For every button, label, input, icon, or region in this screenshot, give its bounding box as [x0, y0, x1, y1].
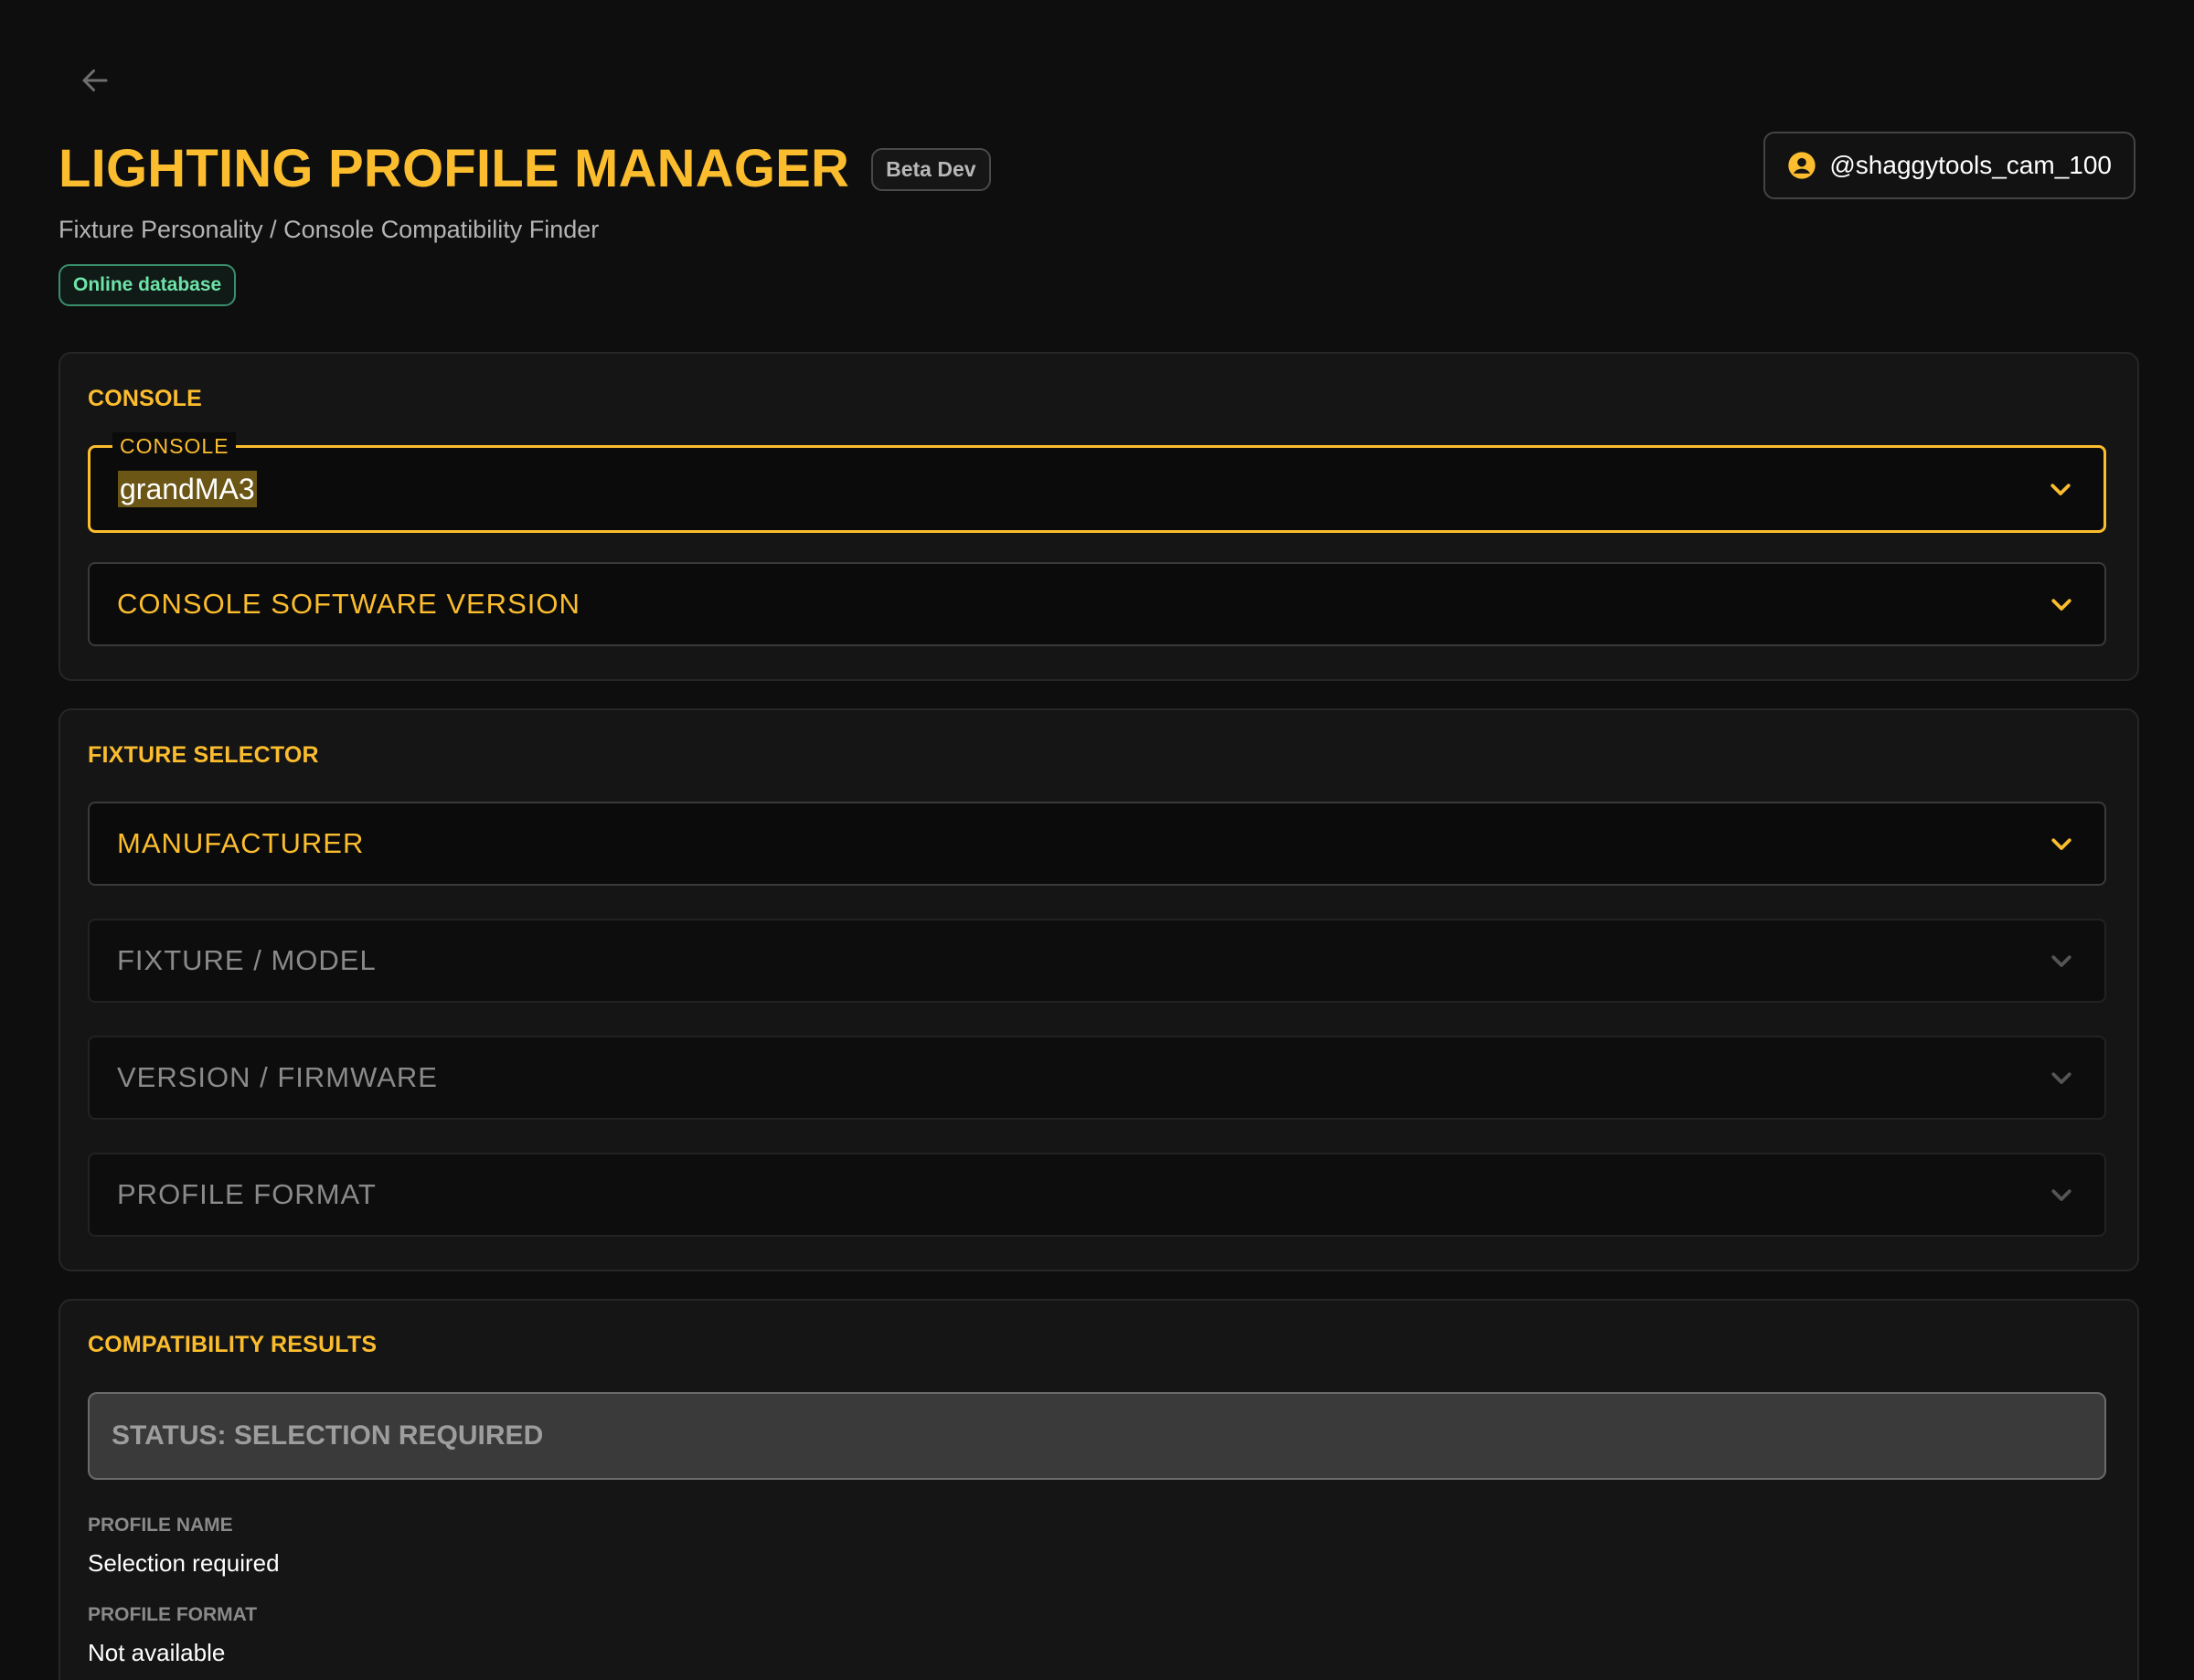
manufacturer-label: MANUFACTURER — [117, 827, 365, 859]
fixture-model-select[interactable]: FIXTURE / MODEL — [88, 919, 2106, 1003]
console-select[interactable]: CONSOLE grandMA3 — [88, 432, 2106, 533]
user-account-button[interactable]: @shaggytools_cam_100 — [1763, 132, 2135, 199]
chevron-down-icon — [2046, 945, 2077, 976]
profile-name-label: PROFILE NAME — [88, 1515, 233, 1536]
title-row: LIGHTING PROFILE MANAGER Beta Dev — [59, 137, 991, 201]
page: LIGHTING PROFILE MANAGER Beta Dev Fixtur… — [0, 0, 2194, 1680]
chevron-down-icon — [2046, 828, 2077, 859]
version-firmware-label: VERSION / FIRMWARE — [117, 1061, 438, 1093]
chevron-down-icon — [2045, 473, 2076, 505]
user-circle-icon — [1788, 152, 1816, 179]
manufacturer-select[interactable]: MANUFACTURER — [88, 802, 2106, 886]
fixture-selector-card: FIXTURE SELECTOR MANUFACTURER FIXTURE / … — [59, 708, 2139, 1271]
console-select-value-text: grandMA3 — [118, 470, 257, 507]
profile-format-result-value: Not available — [88, 1639, 226, 1666]
profile-format-label: PROFILE FORMAT — [117, 1178, 377, 1210]
chevron-down-icon — [2046, 589, 2077, 620]
console-select-value: grandMA3 — [118, 470, 2045, 507]
chevron-down-icon — [2046, 1062, 2077, 1093]
profile-format-select[interactable]: PROFILE FORMAT — [88, 1153, 2106, 1237]
fixture-selector-card-title: FIXTURE SELECTOR — [88, 742, 319, 768]
profile-name-value: Selection required — [88, 1549, 280, 1577]
version-firmware-select[interactable]: VERSION / FIRMWARE — [88, 1036, 2106, 1120]
compatibility-results-title: COMPATIBILITY RESULTS — [88, 1332, 378, 1357]
back-button[interactable] — [75, 60, 115, 101]
page-subtitle: Fixture Personality / Console Compatibil… — [59, 216, 600, 243]
arrow-left-icon — [82, 69, 108, 91]
console-software-version-select[interactable]: CONSOLE SOFTWARE VERSION — [88, 562, 2106, 646]
fixture-model-label: FIXTURE / MODEL — [117, 944, 377, 976]
profile-format-result-label: PROFILE FORMAT — [88, 1604, 258, 1625]
console-card-title: CONSOLE — [88, 386, 203, 411]
compatibility-results-card: COMPATIBILITY RESULTS STATUS: SELECTION … — [59, 1299, 2139, 1680]
console-software-version-label: CONSOLE SOFTWARE VERSION — [117, 588, 580, 620]
database-status-badge: Online database — [59, 264, 237, 306]
console-select-label: CONSOLE — [112, 432, 237, 460]
user-handle: @shaggytools_cam_100 — [1829, 151, 2112, 179]
environment-badge: Beta Dev — [871, 147, 991, 191]
chevron-down-icon — [2046, 1179, 2077, 1210]
console-card: CONSOLE CONSOLE grandMA3 CONSOLE SOFTWAR… — [59, 352, 2139, 681]
status-banner: STATUS: SELECTION REQUIRED — [88, 1392, 2106, 1480]
page-title: LIGHTING PROFILE MANAGER — [59, 139, 850, 198]
